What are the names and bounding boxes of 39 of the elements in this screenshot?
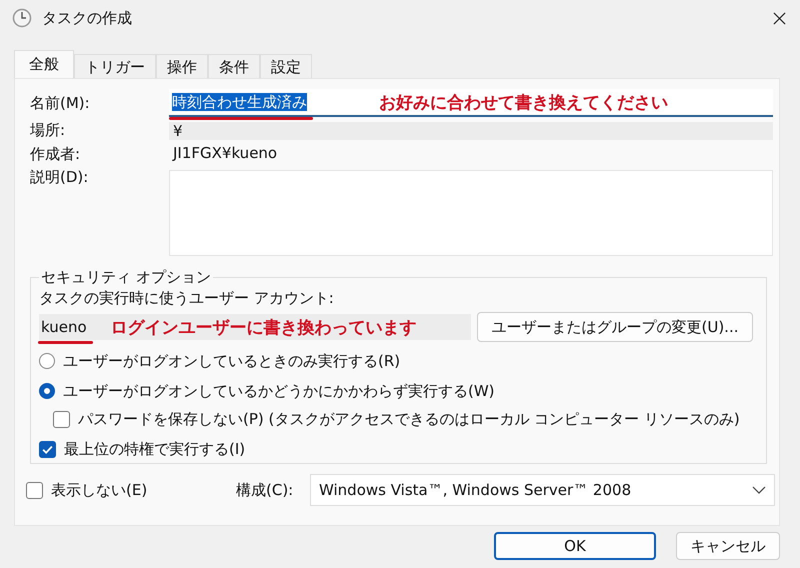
tab[interactable]: 操作 (156, 54, 208, 78)
checkbox[interactable] (26, 482, 43, 498)
radio-button[interactable] (39, 383, 55, 399)
clock-icon (12, 8, 32, 28)
field-label: 場所: (30, 121, 66, 140)
description-field[interactable] (169, 170, 773, 256)
account-value: kueno (41, 318, 87, 336)
annotation-text: ログインユーザーに書き換わっています (110, 316, 417, 338)
field-label: 説明(D): (30, 168, 90, 187)
name-field[interactable]: 時刻合わせ生成済み お好みに合わせて書き換えてください (169, 89, 773, 117)
chevron-down-icon (752, 486, 766, 494)
location-value: ¥ (169, 122, 773, 140)
checkbox-label: 最上位の特権で実行する(I) (64, 440, 246, 458)
radio-button[interactable] (39, 353, 55, 369)
checkbox[interactable] (39, 440, 56, 458)
tab[interactable]: 設定 (260, 54, 312, 78)
window-title: タスクの作成 (42, 8, 132, 28)
field-label: 構成(C): (236, 480, 294, 500)
tab[interactable]: トリガー (74, 54, 156, 78)
account-label: タスクの実行時に使うユーザー アカウント: (39, 289, 335, 308)
radio-label: ユーザーがログオンしているかどうかにかかわらず実行する(W) (63, 382, 495, 400)
field-label: 名前(M): (30, 94, 91, 112)
group-title: セキュリティ オプション (40, 268, 212, 287)
configure-dropdown[interactable]: Windows Vista™, Windows Server™ 2008 (310, 474, 775, 506)
underline-mark (38, 341, 93, 344)
change-user-button[interactable]: ユーザーまたはグループの変更(U)... (477, 312, 753, 342)
ok-button[interactable]: OK (494, 532, 656, 560)
tab[interactable]: 全般 (14, 50, 74, 78)
cancel-button[interactable]: キャンセル (676, 532, 780, 560)
close-icon[interactable] (773, 12, 786, 24)
author-value: JI1FGX¥kueno (171, 144, 278, 164)
field-label: 作成者: (30, 144, 82, 164)
tab[interactable]: 条件 (208, 54, 260, 78)
annotation-text: お好みに合わせて書き換えてください (379, 92, 668, 114)
checkbox-label: 表示しない(E) (51, 480, 148, 500)
radio-label: ユーザーがログオンしているときのみ実行する(R) (63, 352, 400, 370)
checkbox-label: パスワードを保存しない(P) (タスクがアクセスできるのはローカル コンピューター リソースのみ) (78, 410, 740, 428)
selected-text: 時刻合わせ生成済み (172, 92, 307, 110)
checkbox[interactable] (53, 410, 70, 428)
